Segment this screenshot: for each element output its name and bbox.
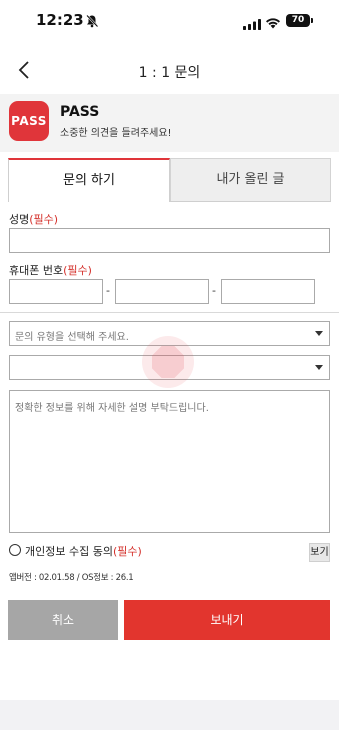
page-title: 1 : 1 문의 [138, 65, 201, 81]
app-name: PASS [60, 104, 100, 120]
phone-separator: - [106, 284, 110, 297]
send-button[interactable]: 보내기 [124, 600, 330, 640]
name-label: 성명(필수) [9, 211, 58, 227]
phone-label: 휴대폰 번호(필수) [9, 262, 92, 278]
status-time: 12:23 [36, 11, 84, 29]
dropdown-arrow-icon [315, 365, 323, 370]
phone-separator: - [212, 284, 216, 297]
name-input[interactable] [9, 228, 330, 253]
phone-input-2[interactable] [115, 279, 209, 304]
signal-icon [243, 15, 261, 34]
wifi-icon [265, 14, 281, 33]
status-bar: 12:23 70 [0, 0, 339, 44]
inquiry-detail-placeholder: 정확한 정보를 위해 자세한 설명 부탁드립니다. [15, 403, 209, 414]
phone-input-1[interactable] [9, 279, 103, 304]
pass-logo: PASS [9, 101, 49, 141]
bell-off-icon [85, 13, 99, 32]
view-terms-button[interactable]: 보기 [309, 543, 330, 562]
name-label-text: 성명 [9, 213, 30, 226]
consent-checkbox[interactable] [9, 544, 21, 556]
bottom-bar [0, 700, 339, 730]
inquiry-type-placeholder: 문의 유형을 선택해 주세요. [15, 332, 129, 343]
version-info: 앱버전 : 02.01.58 / OS정보 : 26.1 [9, 573, 134, 583]
watermark-badge-icon [152, 346, 184, 378]
cancel-button[interactable]: 취소 [8, 600, 118, 640]
phone-label-text: 휴대폰 번호 [9, 264, 64, 277]
battery-indicator: 70 [286, 14, 310, 27]
watermark-logo [142, 336, 194, 388]
section-divider [0, 312, 339, 313]
tab-inquiry[interactable]: 문의 하기 [8, 158, 170, 202]
consent-required: (필수) [112, 545, 142, 558]
tab-divider [170, 201, 331, 202]
dropdown-arrow-icon [315, 331, 323, 336]
inquiry-detail-textarea[interactable]: 정확한 정보를 위해 자세한 설명 부탁드립니다. [9, 390, 330, 533]
tab-my-posts[interactable]: 내가 올린 글 [170, 158, 331, 202]
consent-label-text: 개인정보 수집 동의 [25, 545, 113, 558]
phone-required: (필수) [63, 264, 92, 277]
app-banner [0, 94, 339, 152]
phone-input-3[interactable] [221, 279, 315, 304]
nav-bar: 1 : 1 문의 [0, 50, 339, 94]
name-required: (필수) [29, 213, 59, 226]
app-subtitle: 소중한 의견을 들려주세요! [60, 128, 172, 139]
battery-cap [311, 18, 313, 23]
consent-label: 개인정보 수집 동의(필수) [25, 543, 142, 559]
